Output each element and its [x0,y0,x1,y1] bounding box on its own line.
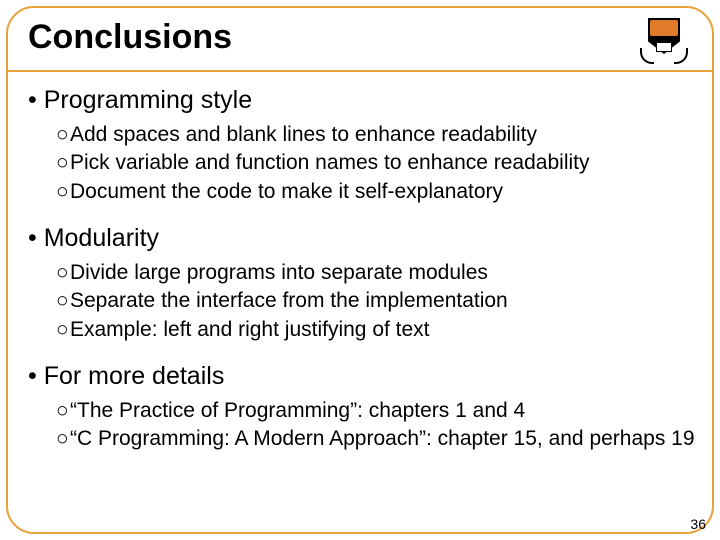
sub-list: ○Add spaces and blank lines to enhance r… [28,121,696,206]
section-heading: • Modularity [28,224,696,253]
list-item: ○Pick variable and function names to enh… [56,149,696,177]
list-item-text: “C Programming: A Modern Approach”: chap… [70,425,695,453]
section-heading-text: Modularity [44,224,159,252]
circle-bullet-icon: ○ [56,121,70,149]
list-item-text: Document the code to make it self-explan… [70,178,503,206]
list-item: ○Document the code to make it self-expla… [56,178,696,206]
circle-bullet-icon: ○ [56,316,70,344]
princeton-crest-icon [636,10,692,66]
content-area: • Programming style ○Add spaces and blan… [28,86,696,472]
list-item-text: Divide large programs into separate modu… [70,259,488,287]
list-item: ○Separate the interface from the impleme… [56,287,696,315]
page-number: 36 [690,516,706,532]
section-programming-style: • Programming style ○Add spaces and blan… [28,86,696,206]
section-modularity: • Modularity ○Divide large programs into… [28,224,696,344]
list-item: ○“The Practice of Programming”: chapters… [56,397,696,425]
list-item-text: Add spaces and blank lines to enhance re… [70,121,537,149]
circle-bullet-icon: ○ [56,149,70,177]
list-item: ○“C Programming: A Modern Approach”: cha… [56,425,696,453]
section-heading: • For more details [28,362,696,391]
slide-title: Conclusions [28,18,232,57]
list-item-text: Separate the interface from the implemen… [70,287,508,315]
section-more-details: • For more details ○“The Practice of Pro… [28,362,696,454]
section-heading-text: Programming style [44,86,252,114]
list-item: ○Example: left and right justifying of t… [56,316,696,344]
list-item: ○Add spaces and blank lines to enhance r… [56,121,696,149]
circle-bullet-icon: ○ [56,287,70,315]
circle-bullet-icon: ○ [56,259,70,287]
section-heading: • Programming style [28,86,696,115]
section-heading-text: For more details [44,362,225,390]
list-item-text: Example: left and right justifying of te… [70,316,430,344]
sub-list: ○“The Practice of Programming”: chapters… [28,397,696,454]
sub-list: ○Divide large programs into separate mod… [28,259,696,344]
circle-bullet-icon: ○ [56,397,70,425]
circle-bullet-icon: ○ [56,178,70,206]
list-item-text: Pick variable and function names to enha… [70,149,589,177]
list-item-text: “The Practice of Programming”: chapters … [70,397,525,425]
list-item: ○Divide large programs into separate mod… [56,259,696,287]
circle-bullet-icon: ○ [56,425,70,453]
header-divider [6,70,714,72]
